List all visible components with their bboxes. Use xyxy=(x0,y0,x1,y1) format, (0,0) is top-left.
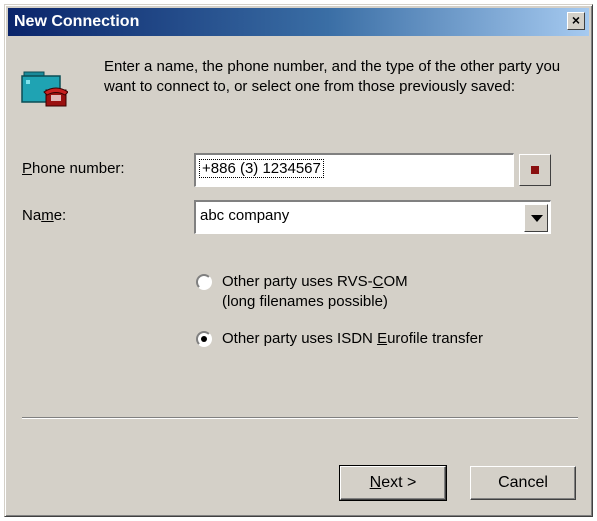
cancel-button[interactable]: Cancel xyxy=(470,466,576,500)
phone-number-value: +886 (3) 1234567 xyxy=(199,159,324,178)
close-button[interactable]: × xyxy=(567,12,585,30)
intro-text: Enter a name, the phone number, and the … xyxy=(104,58,561,95)
name-combobox[interactable]: abc company xyxy=(194,200,551,234)
phone-number-input[interactable]: +886 (3) 1234567 xyxy=(194,153,514,187)
title-bar[interactable]: New Connection × xyxy=(8,8,589,36)
name-value: abc company xyxy=(200,207,290,224)
name-dropdown-button[interactable] xyxy=(524,204,548,232)
folder-phone-icon xyxy=(21,71,68,107)
radio-selected-dot xyxy=(201,336,207,342)
separator xyxy=(22,417,578,419)
dial-icon xyxy=(531,166,539,174)
option-isdn-eurofile-label: Other party uses ISDN Eurofile transfer xyxy=(222,330,483,347)
option-rvs-com-note: (long filenames possible) xyxy=(222,293,388,310)
window-title: New Connection xyxy=(14,13,140,30)
radio-rvs-com[interactable] xyxy=(196,274,212,290)
option-rvs-com-label: Other party uses RVS-COM xyxy=(222,273,408,290)
dial-button[interactable] xyxy=(519,154,551,186)
name-label: Name: xyxy=(22,207,67,224)
chevron-down-icon xyxy=(531,215,543,222)
phone-number-label: Phone number: xyxy=(22,160,125,177)
next-button[interactable]: Next > xyxy=(339,465,447,501)
radio-isdn-eurofile[interactable] xyxy=(196,331,212,347)
close-icon: × xyxy=(571,12,581,28)
